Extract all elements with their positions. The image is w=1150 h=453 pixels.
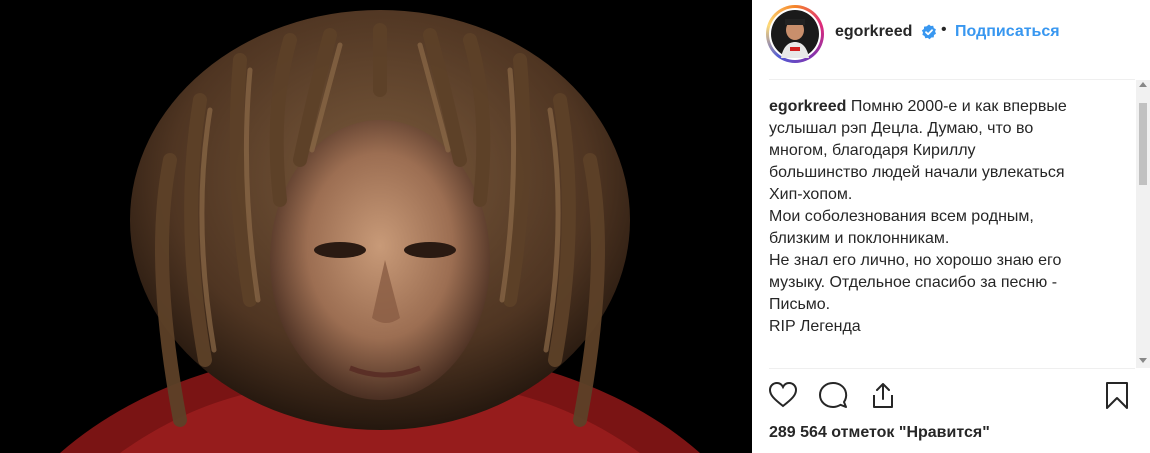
caption-line: Не знал его лично, но хорошо знаю его — [769, 252, 1062, 269]
bookmark-icon[interactable] — [1102, 380, 1132, 410]
caption-scrollbar[interactable] — [1136, 80, 1150, 368]
verified-badge-icon — [921, 24, 936, 40]
caption-line: Письмо. — [769, 296, 831, 313]
post-photo[interactable] — [0, 0, 752, 453]
caption-line: музыку. Отдельное спасибо за песню - — [769, 274, 1058, 291]
caption-text: Помню 2000-е и как впервые — [850, 98, 1067, 115]
caption-line: близким и поклонникам. — [769, 230, 950, 247]
caption-line: RIP Легенда — [769, 318, 861, 335]
story-ring[interactable] — [766, 5, 824, 63]
post-sidebar: egorkreed • Подписаться egorkreed Помню … — [752, 0, 1150, 453]
caption-line: услышал рэп Децла. Думаю, что во — [769, 120, 1034, 137]
scroll-down-arrow-icon[interactable] — [1139, 358, 1147, 363]
caption-line: Мои соболезнования всем родным, — [769, 208, 1034, 225]
caption-line-1: egorkreed Помню 2000-е и как впервые — [769, 96, 1119, 118]
follow-button[interactable]: Подписаться — [955, 23, 1060, 41]
caption-line: большинство людей начали увлекаться — [769, 164, 1065, 181]
avatar-image — [771, 10, 819, 58]
username[interactable]: egorkreed — [835, 23, 912, 41]
share-icon[interactable] — [868, 380, 898, 410]
caption-line: Хип-хопом. — [769, 186, 853, 203]
caption-emoji-line — [769, 338, 1119, 362]
scroll-thumb[interactable] — [1139, 103, 1147, 185]
header-divider — [769, 79, 1135, 80]
caption: egorkreed Помню 2000-е и как впервые усл… — [769, 96, 1119, 362]
portrait-image — [0, 0, 752, 453]
avatar[interactable] — [769, 8, 821, 60]
separator-dot: • — [941, 21, 947, 38]
comment-icon[interactable] — [818, 380, 848, 410]
caption-username[interactable]: egorkreed — [769, 98, 846, 115]
actions-divider — [769, 368, 1135, 369]
likes-count[interactable]: 289 564 отметок "Нравится" — [769, 424, 990, 442]
scroll-up-arrow-icon[interactable] — [1139, 82, 1147, 87]
heart-icon[interactable] — [768, 380, 798, 410]
post-header: egorkreed • Подписаться — [752, 0, 1150, 80]
action-bar — [752, 375, 1150, 415]
caption-line: многом, благодаря Кириллу — [769, 142, 976, 159]
